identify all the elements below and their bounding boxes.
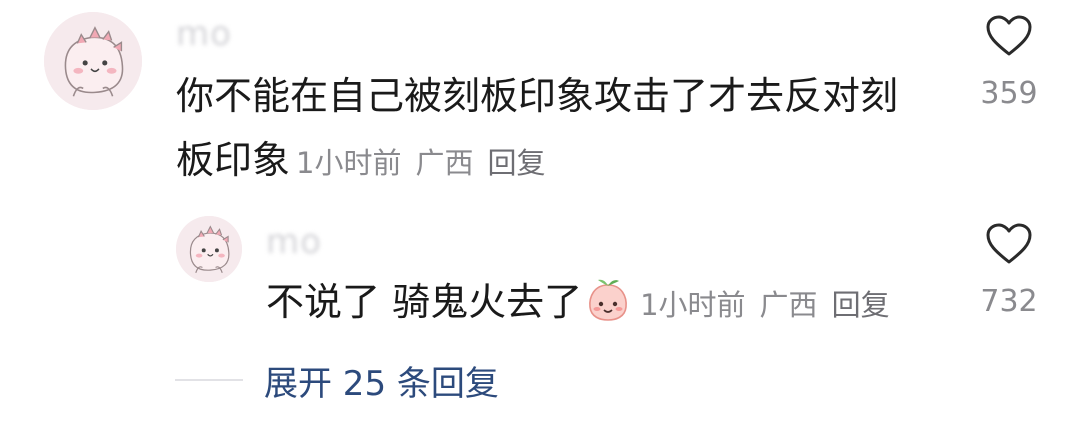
reply-button-main[interactable]: 回复 [487, 146, 545, 180]
username-main-comment[interactable]: mo [176, 14, 232, 54]
pink-dino-avatar-icon [44, 12, 142, 110]
avatar-reply[interactable] [176, 216, 242, 282]
comment-time: 1小时前 [296, 146, 402, 180]
heart-outline-icon[interactable] [985, 222, 1033, 266]
username-reply[interactable]: mo [266, 222, 322, 262]
expand-divider [175, 379, 243, 381]
heart-outline-icon[interactable] [985, 14, 1033, 58]
comment-text-line2: 板印象 [176, 138, 291, 182]
smiling-peach-emoji-icon [589, 279, 627, 321]
comment-location: 广西 [415, 146, 474, 180]
avatar-main-comment[interactable] [44, 12, 142, 110]
comment-meta: 1小时前 广西 回复 [296, 146, 545, 180]
reply-location: 广西 [759, 288, 818, 322]
comment-text-line2-row: 板印象 1小时前 广西 回复 [176, 128, 898, 195]
reply-text-row: 不说了 骑鬼火去了 1小时前 广西 回复 [266, 270, 890, 337]
expand-replies-button[interactable]: 展开 25 条回复 [264, 356, 499, 405]
reply-text: 不说了 骑鬼火去了 [266, 280, 583, 324]
reply-time: 1小时前 [640, 288, 746, 322]
comment-text-line1: 你不能在自己被刻板印象攻击了才去反对刻 [176, 74, 899, 118]
reply-button-reply[interactable]: 回复 [832, 288, 890, 322]
like-count-reply: 732 [980, 284, 1038, 319]
reply-meta: 1小时前 广西 回复 [640, 288, 889, 322]
pink-dino-avatar-icon [176, 216, 242, 282]
like-count-main: 359 [980, 76, 1038, 111]
comment-text-main: 你不能在自己被刻板印象攻击了才去反对刻 板印象 1小时前 广西 回复 [176, 64, 898, 195]
